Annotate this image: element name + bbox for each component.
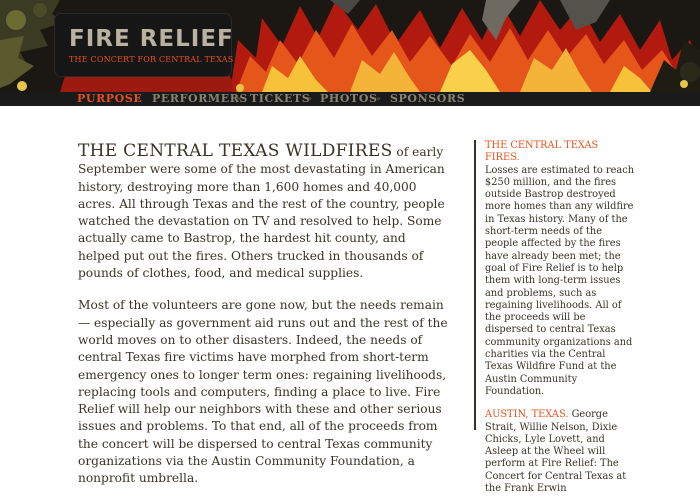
nav-item-photos[interactable]: PHOTOS bbox=[320, 92, 378, 106]
nav-separator-icon: » bbox=[376, 94, 381, 103]
site-logo[interactable]: FIRE RELIEF THE CONCERT FOR CENTRAL TEXA… bbox=[55, 14, 234, 76]
nav-item-performers[interactable]: PERFORMERS bbox=[152, 92, 248, 106]
nav-item-sponsors[interactable]: SPONSORS bbox=[390, 92, 465, 106]
sidebar-block-fires: THE CENTRAL TEXAS FIRES. Losses are esti… bbox=[485, 140, 635, 398]
sidebar-text-fires: Losses are estimated to reach $250 milli… bbox=[485, 164, 635, 397]
nav-item-purpose[interactable]: PURPOSE bbox=[77, 92, 142, 106]
nav-separator-icon: » bbox=[236, 94, 241, 103]
sidebar: THE CENTRAL TEXAS FIRES. Losses are esti… bbox=[474, 140, 635, 494]
logo-subtitle: THE CONCERT FOR CENTRAL TEXAS bbox=[69, 55, 234, 64]
sidebar-block-austin: AUSTIN, TEXAS. George Strait, Willie Nel… bbox=[485, 409, 635, 495]
lead-heading: THE CENTRAL TEXAS WILDFIRES bbox=[78, 141, 393, 161]
sidebar-text-austin: George Strait, Willie Nelson, Dixie Chic… bbox=[485, 409, 627, 495]
nav-separator-icon: » bbox=[136, 94, 141, 103]
sidebar-heading-fires: THE CENTRAL TEXAS FIRES. bbox=[485, 140, 599, 164]
sidebar-heading-austin: AUSTIN, TEXAS. bbox=[485, 409, 569, 421]
body-paragraph: Most of the volunteers are gone now, but… bbox=[78, 298, 448, 486]
header-banner: FIRE RELIEF THE CONCERT FOR CENTRAL TEXA… bbox=[0, 0, 700, 92]
intro-paragraph-text: of early September were some of the most… bbox=[78, 145, 445, 281]
main-content: THE CENTRAL TEXAS WILDFIRES of early Sep… bbox=[78, 141, 450, 503]
main-navigation: PURPOSE » PERFORMERS » TICKETS » PHOTOS … bbox=[0, 92, 700, 106]
logo-title: FIRE RELIEF bbox=[69, 26, 234, 52]
intro-paragraph: THE CENTRAL TEXAS WILDFIRES of early Sep… bbox=[78, 141, 450, 282]
nav-item-tickets[interactable]: TICKETS bbox=[250, 92, 310, 106]
nav-separator-icon: » bbox=[307, 94, 312, 103]
